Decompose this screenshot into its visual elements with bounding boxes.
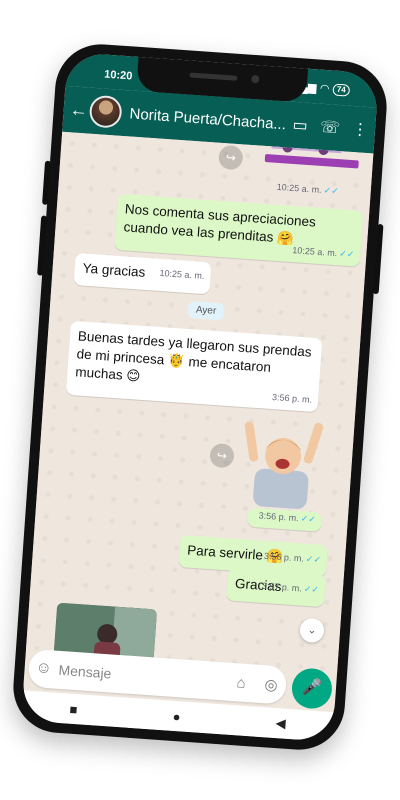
message-text: Ya gracias (82, 260, 146, 280)
message-time: 10:25 a. m. (159, 267, 205, 282)
message-incoming[interactable]: Buenas tardes ya llegaron sus prendas de… (65, 320, 323, 413)
message-sticker-meta: 10:25 a. m.✓✓ (272, 177, 345, 204)
phone-mockup: 10:20 ▂▄▆ ◠ 74 ← Norita Puerta/Chacha...… (10, 41, 390, 753)
battery-icon: 74 (332, 83, 351, 97)
nav-back-icon[interactable]: ◀ (275, 715, 286, 732)
menu-icon[interactable]: ⋮ (344, 118, 375, 140)
forward-icon[interactable]: ↪ (217, 144, 244, 171)
message-time: 3:56 p. m.✓✓ (263, 550, 322, 565)
camera-icon[interactable]: ◎ (256, 675, 287, 695)
message-time: 3:56 p. m. (271, 392, 313, 405)
forward-icon[interactable]: ↪ (209, 442, 235, 469)
message-time: 10:25 a. m.✓✓ (276, 181, 340, 197)
emoji-icon[interactable]: ☺ (28, 659, 59, 679)
chat-area[interactable]: ↪ 10:25 a. m.✓✓ Nos comenta sus apreciac… (25, 131, 374, 673)
front-camera (251, 74, 260, 84)
message-placeholder[interactable]: Mensaje (58, 662, 227, 690)
scroll-down-icon[interactable]: ⌄ (299, 617, 325, 644)
boy-sticker[interactable] (239, 413, 327, 510)
avatar[interactable] (88, 94, 123, 129)
mic-button[interactable]: 🎤 (290, 667, 334, 710)
read-ticks-icon: ✓✓ (305, 553, 322, 565)
message-text: Nos comenta sus apreciaciones cuando vea… (123, 201, 317, 247)
wifi-icon: ◠ (320, 82, 330, 96)
message-text: Buenas tardes ya llegaron sus prendas de… (74, 328, 313, 384)
speaker-grille (189, 72, 238, 81)
attach-icon[interactable]: ⌂ (226, 673, 257, 692)
phone-screen: 10:20 ▂▄▆ ◠ 74 ← Norita Puerta/Chacha...… (21, 51, 379, 743)
back-arrow-icon[interactable]: ← (67, 99, 90, 121)
recent-apps-icon[interactable]: ■ (69, 701, 78, 717)
status-time: 10:20 (103, 68, 133, 83)
video-call-icon[interactable]: ▭ (285, 114, 316, 136)
message-time: 3:56 p. m.✓✓ (258, 510, 317, 525)
message-incoming[interactable]: Ya gracias 10:25 a. m. (73, 252, 212, 295)
read-ticks-icon: ✓✓ (338, 248, 355, 260)
message-outgoing[interactable]: Gracias 3:57 p. m.✓✓ (225, 568, 326, 608)
read-ticks-icon: ✓✓ (323, 185, 340, 197)
read-ticks-icon: ✓✓ (303, 583, 320, 595)
day-separator: Ayer (187, 300, 225, 321)
message-time: 10:25 a. m.✓✓ (291, 245, 355, 260)
phone-call-icon[interactable]: ☏ (314, 116, 345, 138)
message-outgoing[interactable]: Nos comenta sus apreciaciones cuando vea… (114, 193, 364, 267)
read-ticks-icon: ✓✓ (300, 513, 317, 525)
message-sticker-meta: 3:56 p. m.✓✓ (247, 507, 323, 532)
home-icon[interactable]: ● (172, 708, 181, 724)
message-time: 3:57 p. m.✓✓ (261, 580, 320, 595)
chat-title[interactable]: Norita Puerta/Chacha... (129, 105, 286, 133)
